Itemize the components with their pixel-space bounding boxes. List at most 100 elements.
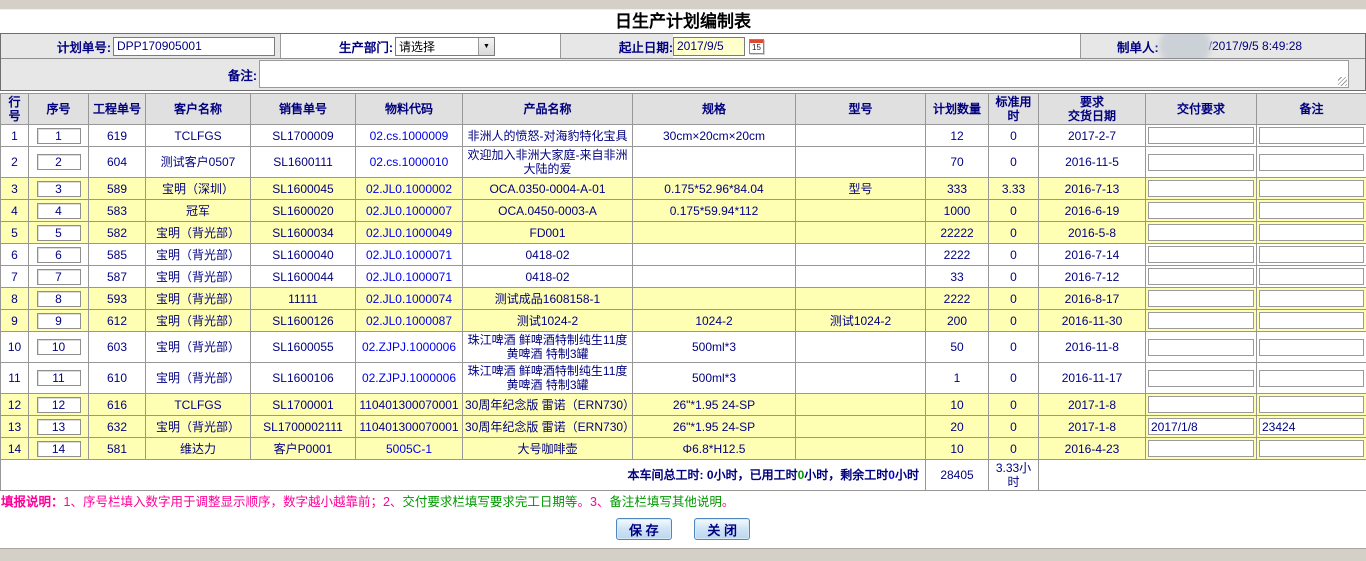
delivery-req-input[interactable] <box>1148 154 1254 171</box>
row-remark-input[interactable] <box>1259 154 1364 171</box>
resize-handle-icon[interactable] <box>1338 77 1347 86</box>
text-segment: 填报说明： <box>1 495 64 509</box>
seq-input[interactable] <box>37 128 81 144</box>
column-header-8: 型号 <box>796 94 926 125</box>
delivery-req-input[interactable] <box>1148 268 1254 285</box>
row-remark-input[interactable] <box>1259 224 1364 241</box>
remark-textarea[interactable] <box>259 60 1349 88</box>
table-row: 9612宝明（背光部）SL160012602.JL0.1000087测试1024… <box>1 310 1366 332</box>
seq-input[interactable] <box>37 397 81 413</box>
delivery-req-input[interactable] <box>1148 440 1254 457</box>
seq-input[interactable] <box>37 419 81 435</box>
delivery-req-input[interactable] <box>1148 396 1254 413</box>
summary-empty-cell <box>1039 460 1366 491</box>
row-remark-input[interactable] <box>1259 312 1364 329</box>
cell-material-code: 110401300070001 <box>356 394 463 416</box>
cell-std-hours: 0 <box>989 416 1039 438</box>
cell-spec: 500ml*3 <box>633 332 796 363</box>
seq-input[interactable] <box>37 441 81 457</box>
cell-customer: 测试客户0507 <box>146 147 251 178</box>
seq-input[interactable] <box>37 225 81 241</box>
table-row: 8593宝明（背光部）1111102.JL0.1000074测试成品160815… <box>1 288 1366 310</box>
header-form: 计划单号: 生产部门: 请选择 ▼ 起止日期: 15 制单人: /2017/9/ <box>0 33 1366 91</box>
plan-no-input[interactable] <box>113 37 275 56</box>
cell-std-hours: 0 <box>989 332 1039 363</box>
delivery-req-input[interactable] <box>1148 202 1254 219</box>
cell-seq <box>29 178 89 200</box>
row-remark-input[interactable] <box>1259 339 1364 356</box>
delivery-req-input[interactable] <box>1148 290 1254 307</box>
cell-row-no: 12 <box>1 394 29 416</box>
cell-product: OCA.0350-0004-A-01 <box>463 178 633 200</box>
cell-order-no: 632 <box>89 416 146 438</box>
seq-input[interactable] <box>37 291 81 307</box>
cell-seq <box>29 147 89 178</box>
cell-std-hours: 0 <box>989 125 1039 147</box>
delivery-req-input[interactable] <box>1148 180 1254 197</box>
cell-remark <box>1257 178 1366 200</box>
summary-row: 本车间总工时: 0小时，已用工时0小时，剩余工时0小时 28405 3.33小时 <box>1 460 1366 491</box>
cell-row-no: 4 <box>1 200 29 222</box>
cell-seq <box>29 288 89 310</box>
cell-material-code: 02.JL0.1000007 <box>356 200 463 222</box>
delivery-req-input[interactable] <box>1148 246 1254 263</box>
cell-remark <box>1257 266 1366 288</box>
cell-spec: 26"*1.95 24-SP <box>633 416 796 438</box>
row-remark-input[interactable] <box>1259 202 1364 219</box>
seq-input[interactable] <box>37 370 81 386</box>
cell-delivery-req <box>1146 125 1257 147</box>
row-remark-input[interactable] <box>1259 127 1364 144</box>
row-remark-input[interactable] <box>1259 268 1364 285</box>
seq-input[interactable] <box>37 313 81 329</box>
department-select[interactable]: 请选择 ▼ <box>395 37 495 56</box>
seq-input[interactable] <box>37 269 81 285</box>
close-button[interactable]: 关 闭 <box>694 518 750 540</box>
row-remark-input[interactable] <box>1259 418 1364 435</box>
delivery-req-input[interactable] <box>1148 339 1254 356</box>
row-remark-input[interactable] <box>1259 440 1364 457</box>
cell-product: 珠江啤酒 鲜啤酒特制纯生11度 黄啤酒 特制3罐 <box>463 363 633 394</box>
cell-model <box>796 222 926 244</box>
cell-row-no: 11 <box>1 363 29 394</box>
save-button[interactable]: 保 存 <box>616 518 672 540</box>
calendar-icon[interactable]: 15 <box>749 39 764 54</box>
delivery-req-input[interactable] <box>1148 224 1254 241</box>
delivery-req-input[interactable] <box>1148 127 1254 144</box>
cell-material-code: 02.JL0.1000071 <box>356 266 463 288</box>
table-row: 12616TCLFGSSL170000111040130007000130周年纪… <box>1 394 1366 416</box>
cell-seq <box>29 416 89 438</box>
seq-input[interactable] <box>37 203 81 219</box>
seq-input[interactable] <box>37 154 81 170</box>
delivery-req-input[interactable] <box>1148 418 1254 435</box>
cell-customer: 冠军 <box>146 200 251 222</box>
seq-input[interactable] <box>37 247 81 263</box>
cell-delivery-req <box>1146 222 1257 244</box>
cell-qty: 12 <box>926 125 989 147</box>
date-range-label: 起止日期: <box>619 37 673 56</box>
delivery-req-input[interactable] <box>1148 312 1254 329</box>
row-remark-input[interactable] <box>1259 246 1364 263</box>
bottom-window-strip <box>0 548 1366 561</box>
row-remark-input[interactable] <box>1259 180 1364 197</box>
cell-qty: 10 <box>926 394 989 416</box>
cell-qty: 1 <box>926 363 989 394</box>
date-input[interactable] <box>673 37 745 56</box>
row-remark-input[interactable] <box>1259 396 1364 413</box>
cell-order-no: 587 <box>89 266 146 288</box>
dropdown-arrow-icon[interactable]: ▼ <box>478 38 494 55</box>
row-remark-input[interactable] <box>1259 290 1364 307</box>
cell-product: 非洲人的愤怒-对海豹特化宝具 <box>463 125 633 147</box>
delivery-req-input[interactable] <box>1148 370 1254 387</box>
table-row: 6585宝明（背光部）SL160004002.JL0.10000710418-0… <box>1 244 1366 266</box>
cell-model <box>796 363 926 394</box>
cell-spec <box>633 266 796 288</box>
cell-row-no: 10 <box>1 332 29 363</box>
cell-sales-no: SL1700009 <box>251 125 356 147</box>
cell-product: 0418-02 <box>463 266 633 288</box>
seq-input[interactable] <box>37 339 81 355</box>
cell-seq <box>29 310 89 332</box>
cell-delivery-date: 2016-4-23 <box>1039 438 1146 460</box>
cell-material-code: 02.JL0.1000071 <box>356 244 463 266</box>
seq-input[interactable] <box>37 181 81 197</box>
row-remark-input[interactable] <box>1259 370 1364 387</box>
